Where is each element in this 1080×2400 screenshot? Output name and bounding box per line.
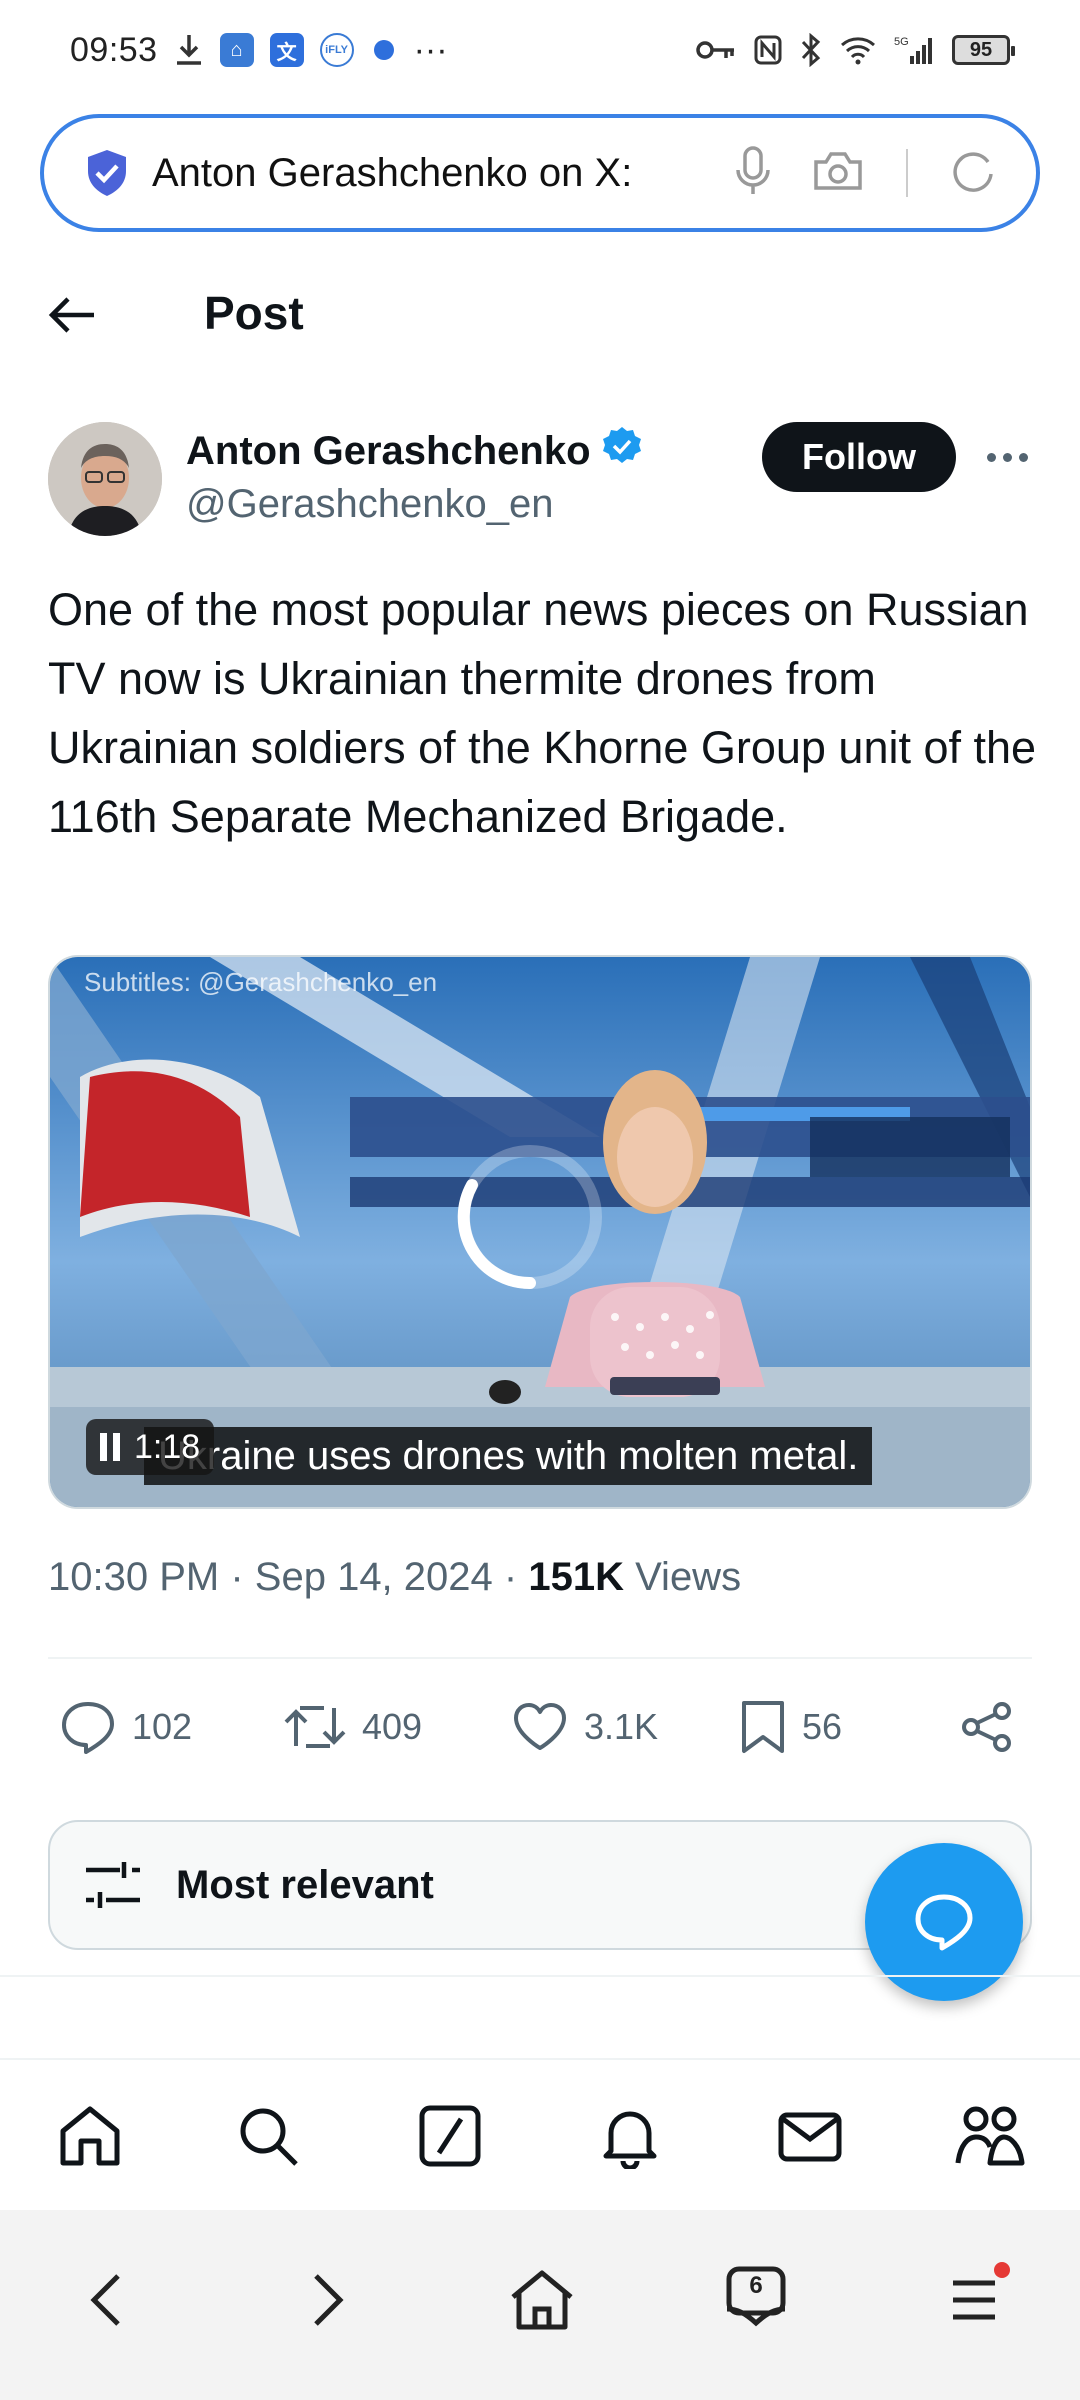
browser-tabs-icon[interactable]: 6 bbox=[716, 2260, 796, 2340]
post-header: Post bbox=[0, 260, 1080, 370]
app-notification-icon: ⌂ bbox=[219, 33, 254, 67]
browser-forward-icon[interactable] bbox=[288, 2260, 368, 2340]
communities-icon[interactable] bbox=[954, 2100, 1026, 2172]
like-button[interactable]: 3.1K bbox=[512, 1695, 658, 1759]
author-avatar[interactable] bbox=[48, 422, 162, 536]
verified-badge-icon bbox=[601, 425, 643, 477]
divider bbox=[0, 1975, 1080, 1977]
reply-button[interactable]: 102 bbox=[60, 1695, 192, 1759]
post-actions: 102 409 3.1K 56 bbox=[60, 1695, 1020, 1759]
author-handle[interactable]: @Gerashchenko_en bbox=[186, 482, 554, 527]
repost-count: 409 bbox=[362, 1706, 423, 1747]
back-arrow-icon[interactable] bbox=[44, 287, 100, 343]
signal-icon: 5G bbox=[894, 34, 934, 66]
reply-fab-button[interactable] bbox=[865, 1843, 1023, 2001]
loading-spinner-icon bbox=[457, 1145, 602, 1290]
search-icon[interactable] bbox=[232, 2100, 304, 2172]
browser-menu-icon[interactable] bbox=[934, 2260, 1014, 2340]
follow-button[interactable]: Follow bbox=[762, 422, 956, 492]
more-options-icon[interactable] bbox=[982, 440, 1032, 474]
translate-app-icon: 文 bbox=[269, 33, 304, 67]
pause-icon[interactable] bbox=[100, 1433, 120, 1461]
menu-notification-dot bbox=[994, 2262, 1010, 2278]
messages-envelope-icon[interactable] bbox=[774, 2100, 846, 2172]
video-time: 1:18 bbox=[134, 1427, 201, 1466]
post-meta: 10:30 PM · Sep 14, 2024 · 151K Views bbox=[48, 1555, 741, 1600]
bookmark-icon bbox=[742, 1701, 784, 1753]
repost-icon bbox=[284, 1706, 346, 1748]
bluetooth-icon bbox=[800, 33, 822, 67]
post-date: Sep 14, 2024 bbox=[254, 1555, 493, 1599]
video-caption: Ukraine uses drones with molten metal. bbox=[144, 1427, 873, 1485]
reply-count: 102 bbox=[132, 1706, 193, 1747]
filter-sliders-icon bbox=[86, 1862, 140, 1908]
meta-separator: · bbox=[503, 1555, 529, 1599]
reply-icon bbox=[62, 1702, 114, 1754]
post-text: One of the most popular news pieces on R… bbox=[48, 584, 1037, 842]
status-time: 09:53 bbox=[70, 30, 158, 69]
more-notifications: ··· bbox=[413, 30, 448, 69]
share-button[interactable] bbox=[960, 1695, 1014, 1759]
home-icon[interactable] bbox=[54, 2100, 126, 2172]
microphone-icon[interactable] bbox=[736, 145, 770, 201]
video-player[interactable]: Subtitles: @Gerashchenko_en Ukraine uses… bbox=[48, 955, 1032, 1509]
url-text[interactable]: Anton Gerashchenko on X: bbox=[152, 151, 736, 196]
post-time: 10:30 PM bbox=[48, 1555, 220, 1599]
ifly-app-icon: iFLY bbox=[319, 33, 354, 67]
browser-toolbar: 6 bbox=[0, 2210, 1080, 2400]
browser-home-icon[interactable] bbox=[502, 2260, 582, 2340]
security-shield-icon[interactable] bbox=[82, 148, 132, 198]
divider bbox=[48, 1657, 1032, 1659]
nfc-icon bbox=[754, 35, 782, 65]
bookmark-count: 56 bbox=[802, 1706, 843, 1747]
reload-icon[interactable] bbox=[950, 148, 996, 199]
chat-bubble-icon bbox=[915, 1894, 973, 1951]
video-playback-chip[interactable]: 1:18 bbox=[86, 1419, 215, 1475]
author-name-row[interactable]: Anton Gerashchenko bbox=[186, 425, 643, 477]
views-label: Views bbox=[635, 1555, 742, 1599]
address-bar[interactable]: Anton Gerashchenko on X: bbox=[40, 114, 1040, 232]
sort-label[interactable]: Most relevant bbox=[176, 1863, 434, 1908]
share-icon bbox=[962, 1702, 1011, 1752]
app-notification-icon-2 bbox=[370, 36, 398, 64]
notifications-bell-icon[interactable] bbox=[594, 2100, 666, 2172]
grok-icon[interactable] bbox=[414, 2100, 486, 2172]
views-count: 151K bbox=[528, 1555, 624, 1599]
key-icon bbox=[696, 38, 736, 62]
status-bar: 09:53 ⌂ 文 iFLY ··· 5G 95 bbox=[0, 0, 1080, 100]
tab-count: 6 bbox=[749, 2272, 763, 2299]
bookmark-button[interactable]: 56 bbox=[740, 1695, 842, 1759]
meta-separator: · bbox=[230, 1555, 255, 1599]
url-divider bbox=[906, 149, 908, 197]
page-title: Post bbox=[204, 287, 304, 339]
bottom-navigation bbox=[0, 2058, 1080, 2208]
download-icon bbox=[174, 33, 204, 67]
author-name[interactable]: Anton Gerashchenko bbox=[186, 429, 591, 474]
like-count: 3.1K bbox=[584, 1706, 659, 1747]
browser-back-icon[interactable] bbox=[66, 2260, 146, 2340]
wifi-icon bbox=[840, 35, 876, 65]
network-type: 5G bbox=[894, 36, 909, 48]
repost-button[interactable]: 409 bbox=[284, 1695, 422, 1759]
subtitle-credit: Subtitles: @Gerashchenko_en bbox=[84, 967, 438, 997]
heart-icon bbox=[514, 1703, 566, 1750]
battery-indicator: 95 bbox=[952, 35, 1015, 65]
camera-icon[interactable] bbox=[812, 150, 864, 197]
